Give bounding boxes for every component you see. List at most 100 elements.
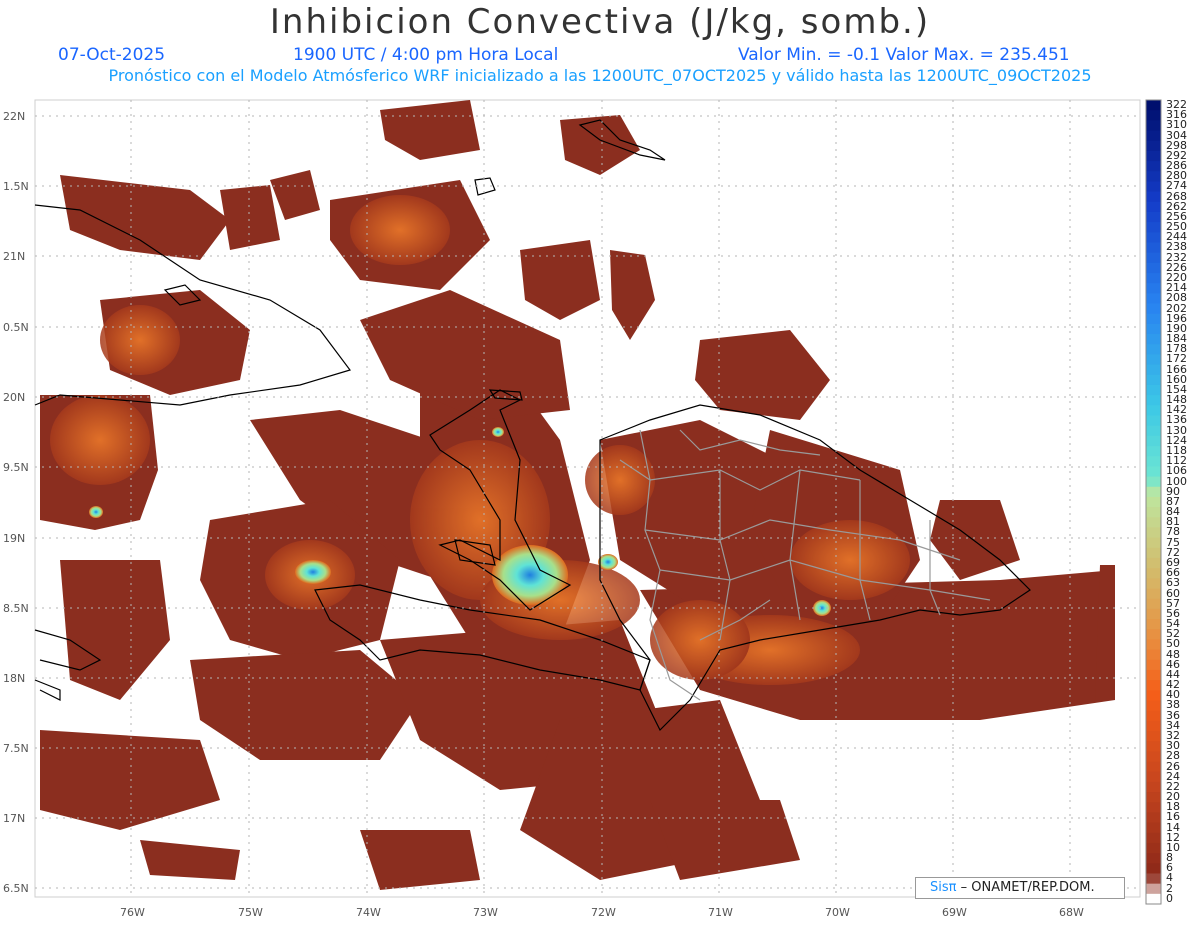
colorbar-swatch — [1146, 384, 1161, 396]
weather-map — [34, 99, 1162, 905]
colorbar-swatch — [1146, 761, 1161, 773]
colorbar-swatch — [1146, 435, 1161, 447]
colorbar-swatch — [1146, 893, 1161, 905]
lat-label: 8.5N — [3, 602, 29, 615]
colorbar — [1145, 99, 1162, 905]
colorbar-swatch — [1146, 873, 1161, 885]
lat-label: 0.5N — [3, 321, 29, 334]
colorbar-swatch — [1146, 619, 1161, 630]
colorbar-swatch — [1146, 181, 1161, 193]
lat-label: 1.5N — [3, 180, 29, 193]
lat-label: 6.5N — [3, 882, 29, 895]
lat-label: 7.5N — [3, 742, 29, 755]
colorbar-swatch — [1146, 161, 1161, 172]
lat-label: 9.5N — [3, 461, 29, 474]
colorbar-swatch — [1146, 547, 1161, 559]
credit-text: – ONAMET/REP.DOM. — [960, 880, 1095, 895]
lon-label: 71W — [708, 906, 733, 919]
colorbar-swatch — [1146, 690, 1161, 701]
colorbar-swatch — [1146, 262, 1161, 274]
colorbar-swatch — [1146, 517, 1161, 528]
lat-label: 22N — [3, 110, 26, 123]
colorbar-swatch — [1146, 781, 1161, 793]
colorbar-swatch — [1146, 842, 1161, 854]
lon-label: 74W — [356, 906, 381, 919]
colorbar-swatch — [1146, 252, 1161, 264]
colorbar-swatch — [1146, 222, 1161, 233]
lat-label: 17N — [3, 812, 26, 825]
colorbar-swatch — [1146, 649, 1161, 661]
colorbar-swatch — [1146, 415, 1161, 427]
credit-brand: Sisπ — [930, 880, 957, 895]
colorbar-swatch — [1146, 486, 1161, 498]
colorbar-swatch — [1146, 110, 1161, 121]
colorbar-swatch — [1146, 334, 1161, 345]
lon-label: 75W — [238, 906, 263, 919]
colorbar-swatch — [1146, 283, 1161, 294]
lon-label: 69W — [942, 906, 967, 919]
colorbar-swatch — [1146, 568, 1161, 579]
colorbar-swatch — [1146, 863, 1161, 874]
colorbar-swatch — [1146, 313, 1161, 325]
colorbar-swatch — [1146, 741, 1161, 752]
colorbar-swatch — [1146, 832, 1161, 844]
colorbar-swatch — [1146, 405, 1161, 416]
colorbar-swatch — [1146, 588, 1161, 600]
colorbar-swatch — [1146, 710, 1161, 722]
colorbar-swatch — [1146, 598, 1161, 610]
colorbar-swatch — [1146, 130, 1161, 142]
colorbar-swatch — [1146, 395, 1161, 406]
colorbar-swatch — [1146, 364, 1161, 376]
colorbar-swatch — [1146, 802, 1161, 813]
colorbar-swatch — [1146, 374, 1161, 386]
colorbar-swatch — [1146, 822, 1161, 834]
colorbar-swatch — [1146, 751, 1161, 763]
colorbar-swatch — [1146, 659, 1161, 671]
colorbar-swatch — [1146, 608, 1161, 620]
lat-label: 18N — [3, 672, 26, 685]
colorbar-swatch — [1146, 446, 1161, 457]
colorbar-swatch — [1146, 191, 1161, 203]
colorbar-swatch — [1146, 792, 1161, 803]
colorbar-swatch — [1146, 425, 1161, 437]
lon-label: 76W — [120, 906, 145, 919]
colorbar-label: 0 — [1166, 891, 1173, 905]
colorbar-swatch — [1146, 507, 1161, 518]
colorbar-swatch — [1146, 557, 1161, 569]
lat-label: 21N — [3, 250, 26, 263]
colorbar-swatch — [1146, 211, 1161, 223]
lon-label: 72W — [591, 906, 616, 919]
colorbar-swatch — [1146, 120, 1161, 132]
colorbar-swatch — [1146, 527, 1161, 539]
colorbar-swatch — [1146, 201, 1161, 213]
colorbar-swatch — [1146, 242, 1161, 254]
colorbar-swatch — [1146, 344, 1161, 355]
colorbar-swatch — [1146, 150, 1161, 162]
lon-label: 73W — [473, 906, 498, 919]
colorbar-swatch — [1146, 700, 1161, 712]
lon-label: 70W — [825, 906, 850, 919]
colorbar-swatch — [1146, 323, 1161, 335]
colorbar-swatch — [1146, 100, 1161, 111]
colorbar-swatch — [1146, 730, 1161, 742]
colorbar-swatch — [1146, 537, 1161, 549]
colorbar-swatch — [1146, 476, 1161, 488]
colorbar-swatch — [1146, 232, 1161, 243]
colorbar-swatch — [1146, 496, 1161, 508]
colorbar-swatch — [1146, 853, 1161, 864]
colorbar-swatch — [1146, 639, 1161, 651]
credit-box: Sisπ – ONAMET/REP.DOM. — [915, 877, 1125, 899]
colorbar-swatch — [1146, 669, 1161, 681]
colorbar-swatch — [1146, 578, 1161, 590]
colorbar-swatch — [1146, 680, 1161, 691]
colorbar-swatch — [1146, 466, 1161, 478]
colorbar-swatch — [1146, 171, 1161, 182]
colorbar-swatch — [1146, 456, 1161, 467]
lat-label: 20N — [3, 391, 26, 404]
colorbar-swatch — [1146, 140, 1161, 152]
colorbar-swatch — [1146, 293, 1161, 305]
colorbar-swatch — [1146, 771, 1161, 783]
colorbar-swatch — [1146, 273, 1161, 284]
colorbar-swatch — [1146, 629, 1161, 640]
colorbar-swatch — [1146, 720, 1161, 732]
